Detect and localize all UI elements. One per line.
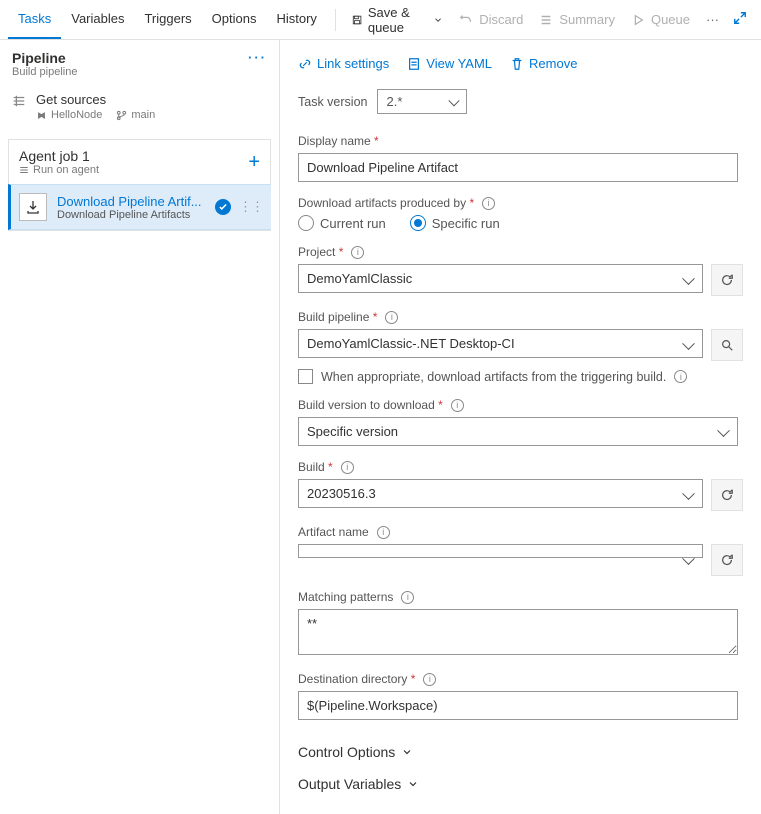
separator bbox=[335, 9, 336, 31]
dest-dir-input[interactable] bbox=[298, 691, 738, 720]
info-icon[interactable]: i bbox=[401, 591, 414, 604]
download-artifact-icon bbox=[19, 193, 47, 221]
tab-tasks[interactable]: Tasks bbox=[8, 0, 61, 39]
refresh-icon bbox=[720, 273, 734, 287]
radio-selected-icon bbox=[410, 215, 426, 231]
output-variables-section[interactable]: Output Variables bbox=[298, 766, 743, 798]
build-select[interactable]: 20230516.3 bbox=[298, 479, 703, 508]
artifact-name-select[interactable] bbox=[298, 544, 703, 558]
refresh-icon bbox=[720, 553, 734, 567]
left-panel: Pipeline Build pipeline ··· Get sources … bbox=[0, 40, 280, 814]
pipeline-more-button[interactable]: ··· bbox=[248, 50, 267, 78]
display-name-label: Display name bbox=[298, 134, 371, 148]
trash-icon bbox=[510, 57, 524, 71]
radio-specific-run[interactable]: Specific run bbox=[410, 215, 500, 231]
dest-dir-label: Destination directory bbox=[298, 672, 407, 686]
info-icon[interactable]: i bbox=[385, 311, 398, 324]
task-version-row: Task version 2.* bbox=[298, 89, 743, 114]
expand-icon bbox=[733, 11, 747, 25]
remove-button[interactable]: Remove bbox=[510, 56, 577, 71]
pipeline-subtitle: Build pipeline bbox=[12, 66, 77, 78]
agent-job-sub: Run on agent bbox=[19, 164, 99, 176]
info-icon[interactable]: i bbox=[674, 370, 687, 383]
undo-icon bbox=[459, 13, 473, 27]
agent-job-block: Agent job 1 Run on agent + Download Pipe… bbox=[8, 139, 271, 231]
summary-button[interactable]: Summary bbox=[531, 6, 623, 34]
tab-variables[interactable]: Variables bbox=[61, 0, 134, 39]
info-icon[interactable]: i bbox=[351, 246, 364, 259]
build-pipeline-label: Build pipeline bbox=[298, 310, 369, 324]
build-version-label: Build version to download bbox=[298, 398, 435, 412]
control-options-section[interactable]: Control Options bbox=[298, 734, 743, 766]
search-button[interactable] bbox=[711, 329, 743, 361]
discard-label: Discard bbox=[479, 12, 523, 27]
refresh-button[interactable] bbox=[711, 544, 743, 576]
list-icon bbox=[539, 13, 553, 27]
summary-label: Summary bbox=[559, 12, 615, 27]
agent-job-header[interactable]: Agent job 1 Run on agent + bbox=[9, 140, 270, 184]
get-sources-title: Get sources bbox=[36, 92, 267, 107]
tab-triggers[interactable]: Triggers bbox=[134, 0, 201, 39]
trigger-checkbox[interactable] bbox=[298, 369, 313, 384]
tab-options[interactable]: Options bbox=[202, 0, 267, 39]
display-name-input[interactable] bbox=[298, 153, 738, 182]
task-sub: Download Pipeline Artifacts bbox=[57, 209, 215, 221]
save-queue-button[interactable]: Save & queue bbox=[344, 6, 452, 34]
get-sources-row[interactable]: Get sources HelloNode main bbox=[0, 86, 279, 131]
artifact-name-label: Artifact name bbox=[298, 525, 369, 539]
add-task-button[interactable]: + bbox=[248, 151, 260, 174]
refresh-icon bbox=[720, 488, 734, 502]
task-row[interactable]: Download Pipeline Artif... Download Pipe… bbox=[8, 184, 271, 230]
trigger-checkbox-label: When appropriate, download artifacts fro… bbox=[321, 370, 666, 384]
project-select[interactable]: DemoYamlClassic bbox=[298, 264, 703, 293]
build-pipeline-select[interactable]: DemoYamlClassic-.NET Desktop-CI bbox=[298, 329, 703, 358]
repo-name: HelloNode bbox=[36, 109, 102, 121]
branch-name: main bbox=[116, 109, 155, 121]
download-by-label: Download artifacts produced by bbox=[298, 196, 466, 210]
chevron-down-icon bbox=[433, 13, 443, 27]
matching-patterns-label: Matching patterns bbox=[298, 590, 393, 604]
info-icon[interactable]: i bbox=[482, 197, 495, 210]
save-queue-label: Save & queue bbox=[368, 5, 427, 35]
task-version-label: Task version bbox=[298, 95, 367, 109]
search-icon bbox=[720, 338, 734, 352]
agent-job-title: Agent job 1 bbox=[19, 148, 99, 164]
discard-button[interactable]: Discard bbox=[451, 6, 531, 34]
build-label: Build bbox=[298, 460, 325, 474]
view-yaml-button[interactable]: View YAML bbox=[407, 56, 492, 71]
refresh-button[interactable] bbox=[711, 479, 743, 511]
task-status-icon bbox=[215, 199, 231, 215]
chevron-down-icon bbox=[401, 746, 413, 758]
link-icon bbox=[298, 57, 312, 71]
build-version-select[interactable]: Specific version bbox=[298, 417, 738, 446]
save-icon bbox=[352, 13, 362, 27]
link-settings-button[interactable]: Link settings bbox=[298, 56, 389, 71]
tab-history[interactable]: History bbox=[266, 0, 326, 39]
more-button[interactable]: ··· bbox=[698, 6, 727, 34]
top-tabs: Tasks Variables Triggers Options History… bbox=[0, 0, 761, 40]
info-icon[interactable]: i bbox=[341, 461, 354, 474]
queue-button[interactable]: Queue bbox=[623, 6, 698, 34]
info-icon[interactable]: i bbox=[423, 673, 436, 686]
radio-icon bbox=[298, 215, 314, 231]
refresh-button[interactable] bbox=[711, 264, 743, 296]
drag-handle-icon[interactable]: ⋮⋮ bbox=[237, 199, 265, 215]
task-title: Download Pipeline Artif... bbox=[57, 194, 215, 209]
info-icon[interactable]: i bbox=[451, 399, 464, 412]
play-icon bbox=[631, 13, 645, 27]
document-icon bbox=[407, 57, 421, 71]
right-panel: Link settings View YAML Remove Task vers… bbox=[280, 40, 761, 814]
radio-current-run[interactable]: Current run bbox=[298, 215, 386, 231]
pipeline-title: Pipeline bbox=[12, 50, 77, 66]
queue-label: Queue bbox=[651, 12, 690, 27]
info-icon[interactable]: i bbox=[377, 526, 390, 539]
project-label: Project bbox=[298, 245, 335, 259]
chevron-down-icon bbox=[407, 778, 419, 790]
get-sources-icon bbox=[12, 94, 26, 111]
expand-button[interactable] bbox=[727, 11, 753, 28]
task-version-select[interactable]: 2.* bbox=[377, 89, 467, 114]
matching-patterns-input[interactable]: ** bbox=[298, 609, 738, 655]
